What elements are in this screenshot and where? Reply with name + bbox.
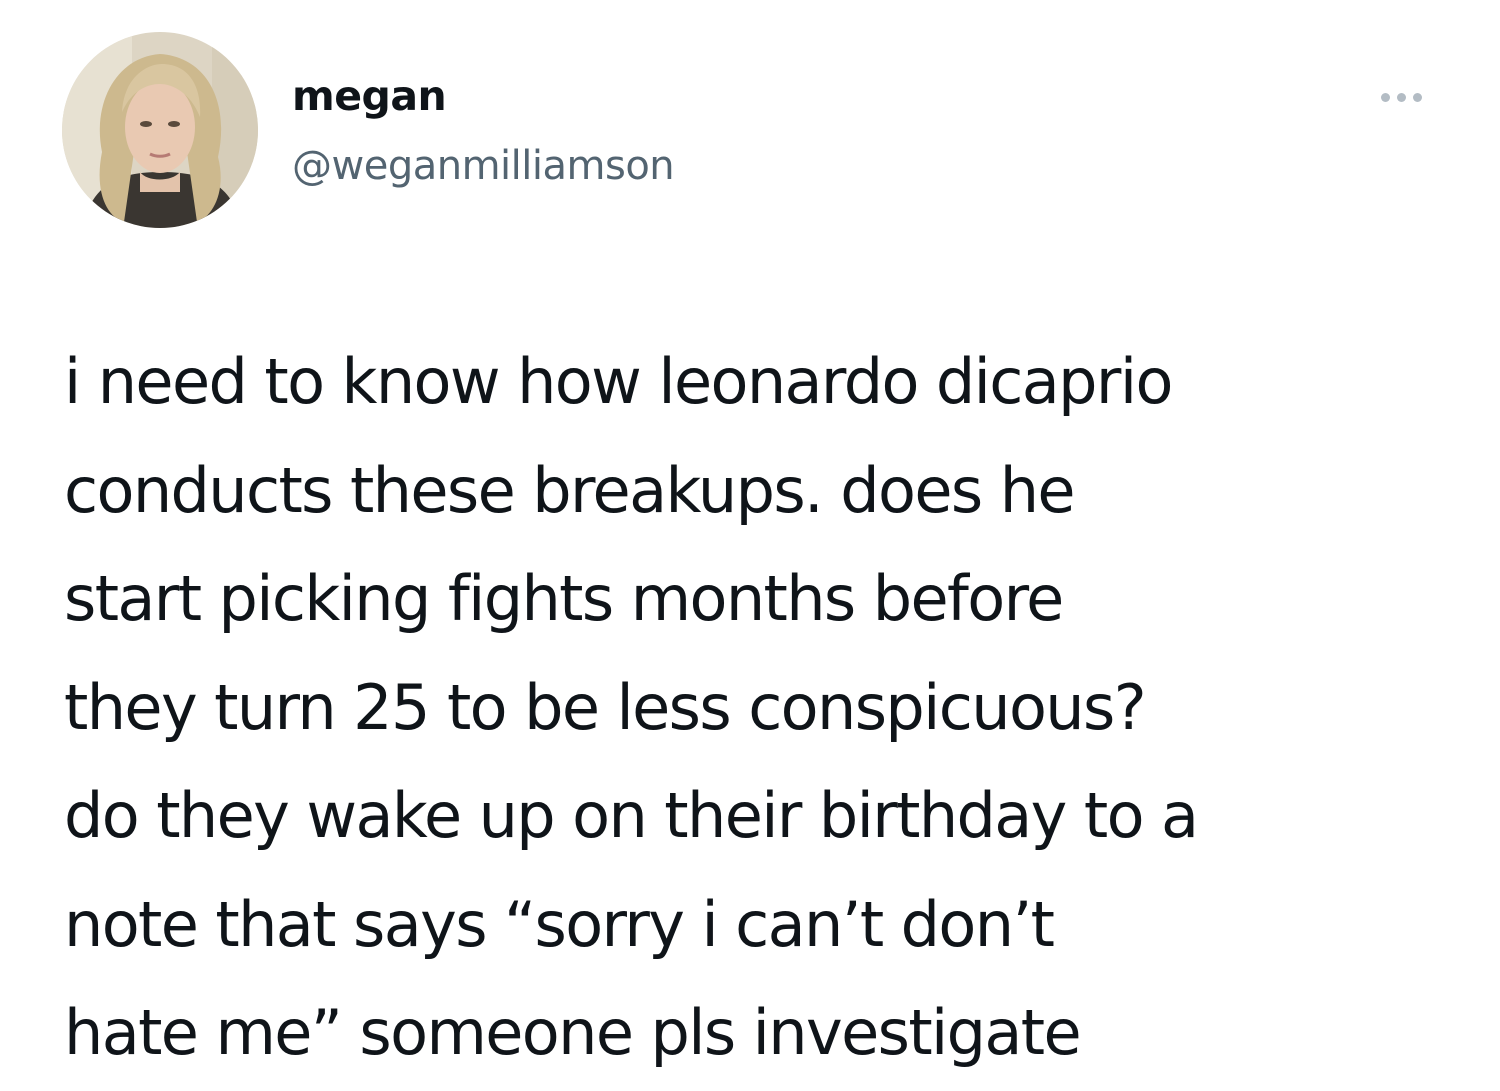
more-dots-icon [1396,92,1406,102]
tweet-text-line: note that says “sorry i can’t don’t [64,887,1055,961]
user-handle[interactable]: @weganmilliamson [292,140,675,192]
more-dots-icon [1412,92,1422,102]
tweet-text-line: conducts these breakups. does he [64,453,1076,527]
tweet-text-line: start picking fights months before [64,562,1064,635]
tweet-card: megan @weganmilliamson i need to know ho… [0,0,1500,1091]
tweet-text-line: hate me” someone pls investigate [64,996,1082,1069]
tweet-text-line: they turn 25 to be less conspicuous? [64,670,1147,744]
avatar[interactable] [62,32,258,228]
tweet-text: i need to know how leonardo dicaprio con… [64,328,1484,1088]
more-options-button[interactable] [1366,80,1436,114]
more-dots-icon [1380,92,1390,102]
profile-photo-icon [62,32,258,228]
tweet-text-line: i need to know how leonardo dicaprio [64,345,1173,418]
display-name[interactable]: megan [292,70,447,122]
tweet-text-line: do they wake up on their birthday to a [64,779,1199,852]
